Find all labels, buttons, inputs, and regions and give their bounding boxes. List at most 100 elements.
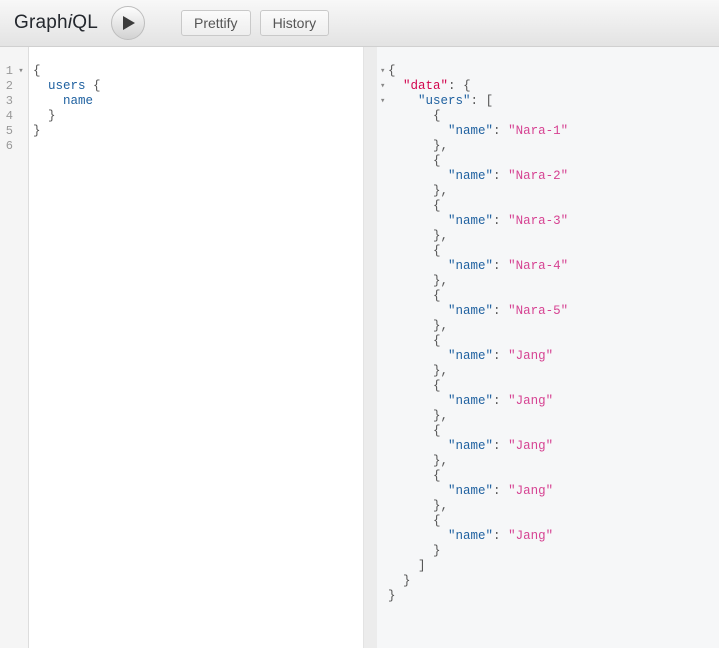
- fold-gutter: [378, 424, 388, 439]
- fold-gutter: [378, 139, 388, 154]
- code-line: "name": "Nara-1": [378, 124, 719, 139]
- play-icon: [123, 16, 135, 30]
- code-text: },: [388, 319, 448, 334]
- query-editor[interactable]: 1▾{2 users {3 name4 }5}6: [0, 47, 363, 648]
- code-line[interactable]: 4 }: [0, 109, 363, 124]
- fold-gutter: [378, 484, 388, 499]
- code-text: ]: [388, 559, 426, 574]
- fold-gutter: [378, 574, 388, 589]
- code-text: {: [388, 109, 441, 124]
- code-text: "name": "Jang": [388, 529, 553, 544]
- fold-gutter: [378, 259, 388, 274]
- code-line: }: [378, 589, 719, 604]
- code-line[interactable]: 6: [0, 139, 363, 154]
- code-line: },: [378, 184, 719, 199]
- code-text: "data": {: [388, 79, 471, 94]
- pane-resizer[interactable]: [363, 47, 377, 648]
- code-text: }: [388, 574, 411, 589]
- line-number: 3: [0, 94, 13, 109]
- fold-gutter: [378, 214, 388, 229]
- code-line: {: [378, 469, 719, 484]
- fold-gutter: [378, 154, 388, 169]
- fold-gutter: [378, 529, 388, 544]
- code-line: ▾{: [378, 64, 719, 79]
- fold-gutter: [378, 334, 388, 349]
- code-text: {: [388, 244, 441, 259]
- code-text: name: [29, 94, 93, 109]
- code-text: }: [388, 544, 441, 559]
- fold-arrow-icon[interactable]: ▾: [378, 94, 388, 109]
- fold-gutter: [378, 244, 388, 259]
- fold-gutter: [378, 124, 388, 139]
- code-text: "name": "Nara-3": [388, 214, 568, 229]
- code-line: {: [378, 154, 719, 169]
- fold-gutter: [13, 124, 29, 139]
- query-code[interactable]: 1▾{2 users {3 name4 }5}6: [0, 47, 363, 154]
- code-text: {: [388, 514, 441, 529]
- code-text: [29, 139, 33, 154]
- fold-gutter: [378, 379, 388, 394]
- code-text: {: [388, 64, 396, 79]
- code-text: "name": "Jang": [388, 349, 553, 364]
- code-line: "name": "Jang": [378, 529, 719, 544]
- fold-gutter: [378, 184, 388, 199]
- code-line: "name": "Nara-5": [378, 304, 719, 319]
- fold-gutter: [378, 514, 388, 529]
- code-line[interactable]: 5}: [0, 124, 363, 139]
- fold-gutter: [378, 499, 388, 514]
- code-text: },: [388, 499, 448, 514]
- code-line: "name": "Nara-4": [378, 259, 719, 274]
- line-number: 4: [0, 109, 13, 124]
- code-text: "name": "Nara-5": [388, 304, 568, 319]
- code-text: },: [388, 364, 448, 379]
- line-number: 2: [0, 79, 13, 94]
- fold-arrow-icon[interactable]: ▾: [13, 64, 29, 79]
- result-code: ▾{▾ "data": {▾ "users": [ { "name": "Nar…: [378, 47, 719, 604]
- fold-gutter: [378, 274, 388, 289]
- code-line: {: [378, 514, 719, 529]
- fold-gutter: [378, 394, 388, 409]
- fold-gutter: [378, 409, 388, 424]
- fold-gutter: [378, 289, 388, 304]
- fold-gutter: [378, 169, 388, 184]
- fold-gutter: [378, 589, 388, 604]
- code-line[interactable]: 1▾{: [0, 64, 363, 79]
- fold-gutter: [378, 454, 388, 469]
- code-line: },: [378, 139, 719, 154]
- code-text: {: [388, 199, 441, 214]
- prettify-button[interactable]: Prettify: [181, 10, 251, 36]
- code-line[interactable]: 3 name: [0, 94, 363, 109]
- code-line: {: [378, 244, 719, 259]
- fold-gutter: [378, 229, 388, 244]
- fold-gutter: [378, 304, 388, 319]
- code-text: "name": "Nara-4": [388, 259, 568, 274]
- code-line: },: [378, 499, 719, 514]
- fold-arrow-icon[interactable]: ▾: [378, 79, 388, 94]
- code-text: },: [388, 139, 448, 154]
- execute-button[interactable]: [111, 6, 145, 40]
- app-title-ql: QL: [72, 12, 98, 33]
- code-line: }: [378, 544, 719, 559]
- code-text: "name": "Jang": [388, 484, 553, 499]
- fold-gutter: [378, 559, 388, 574]
- fold-arrow-icon[interactable]: ▾: [378, 64, 388, 79]
- fold-gutter: [13, 139, 29, 154]
- code-text: {: [388, 379, 441, 394]
- app-title-graph: Graph: [14, 12, 68, 33]
- code-line: },: [378, 409, 719, 424]
- code-line: ▾ "users": [: [378, 94, 719, 109]
- code-line: {: [378, 334, 719, 349]
- fold-gutter: [378, 109, 388, 124]
- app-title: GraphiQL: [14, 12, 98, 34]
- fold-gutter: [378, 199, 388, 214]
- code-text: },: [388, 454, 448, 469]
- fold-gutter: [378, 364, 388, 379]
- history-button[interactable]: History: [260, 10, 330, 36]
- code-text: },: [388, 409, 448, 424]
- code-line: ▾ "data": {: [378, 79, 719, 94]
- code-line: {: [378, 424, 719, 439]
- topbar: GraphiQL Prettify History: [0, 0, 719, 47]
- fold-gutter: [378, 439, 388, 454]
- code-line[interactable]: 2 users {: [0, 79, 363, 94]
- code-line: "name": "Jang": [378, 439, 719, 454]
